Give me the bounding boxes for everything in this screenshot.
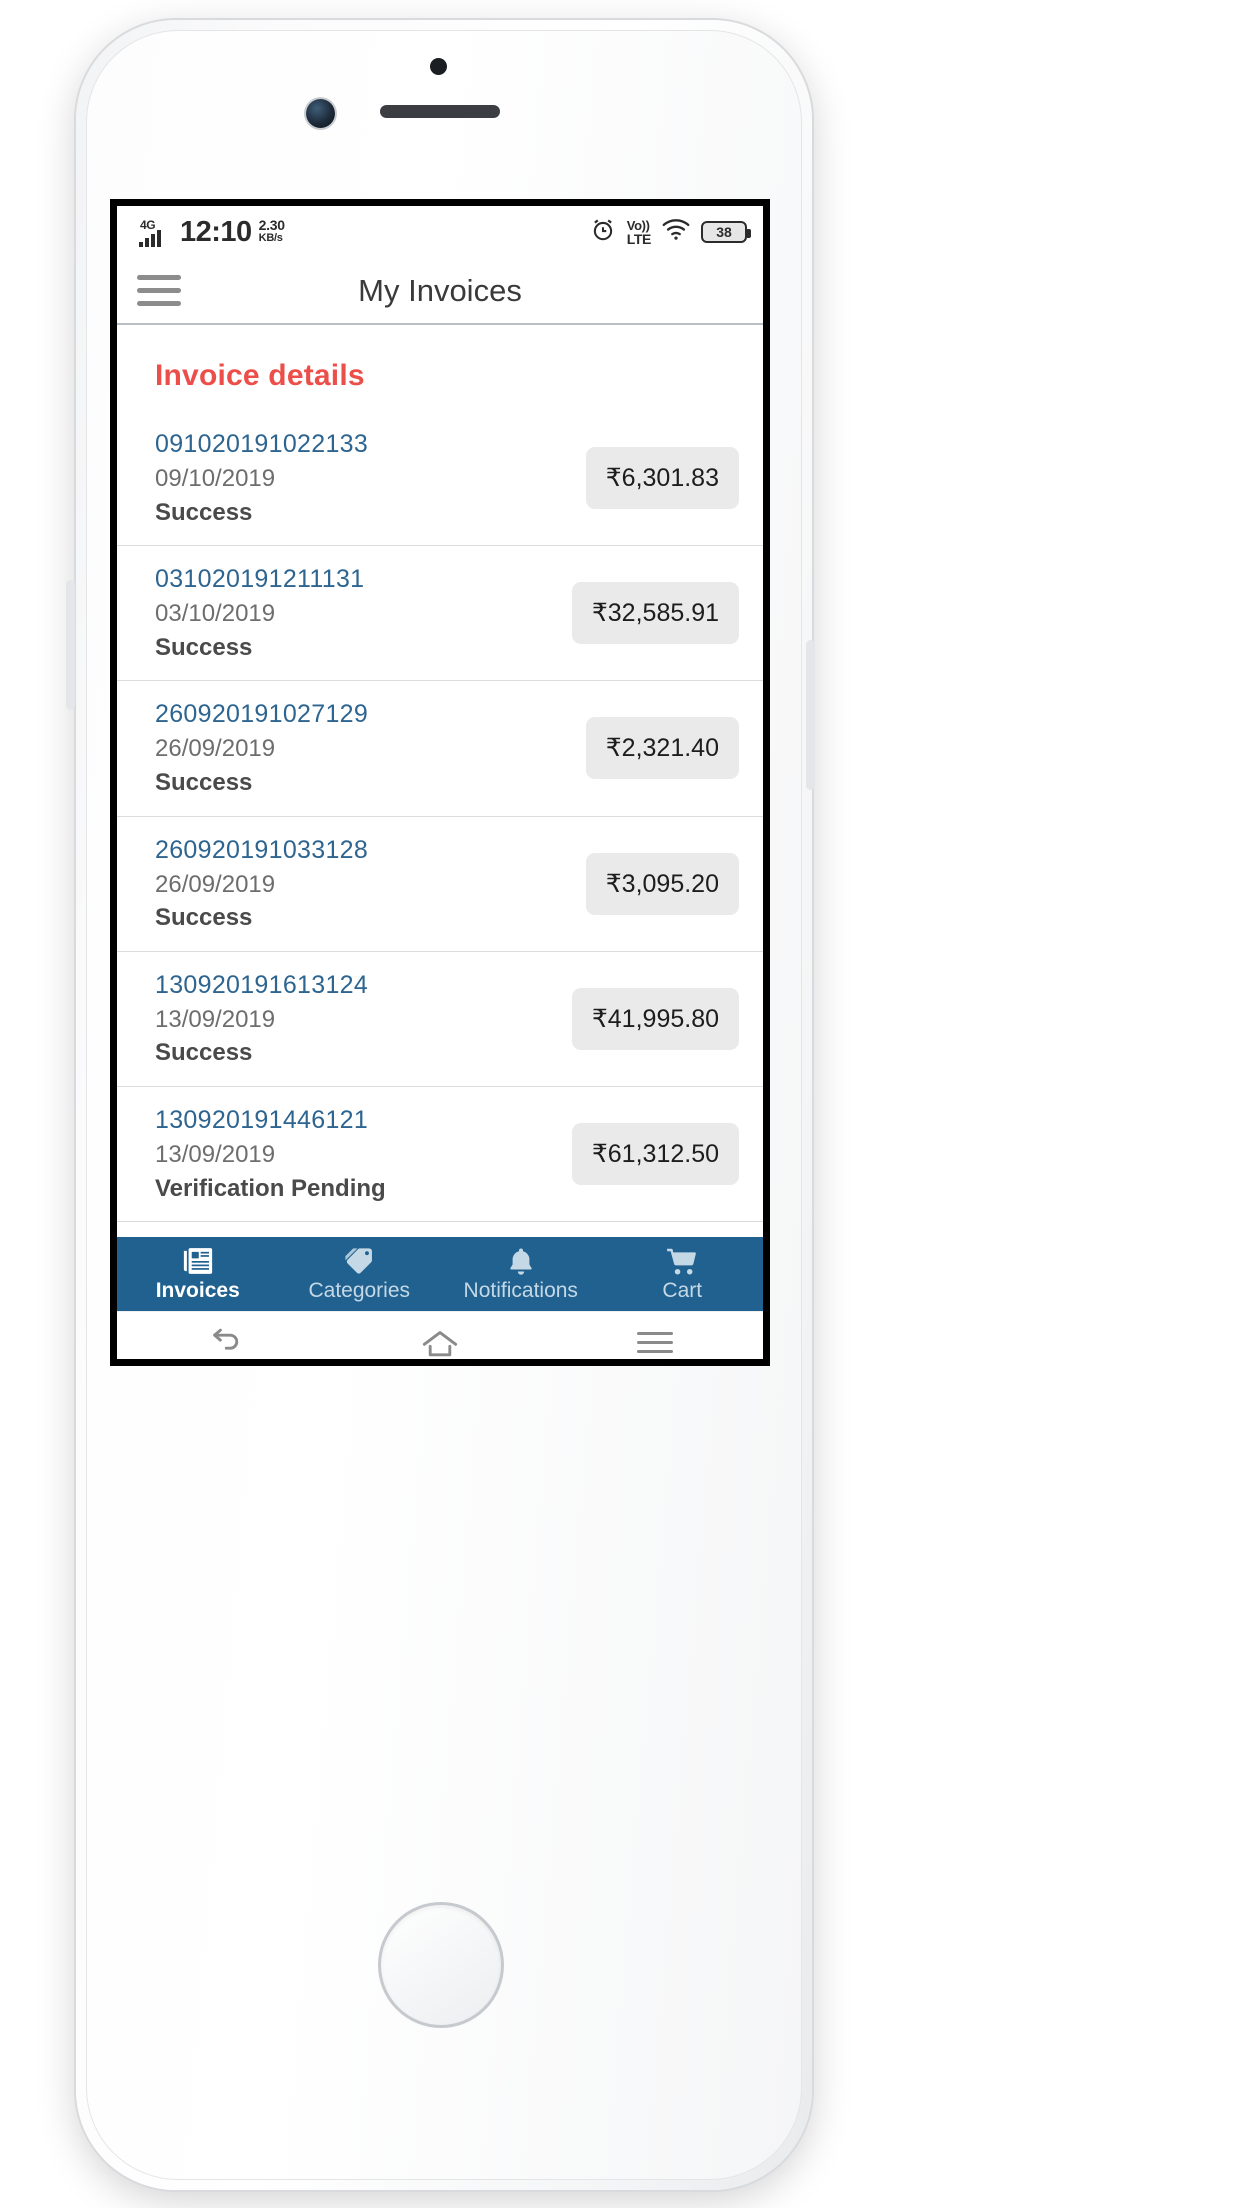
status-bar-left: 4G 12:10 2.30 KB/s <box>139 215 285 248</box>
invoice-status: Success <box>155 633 253 661</box>
invoice-date: 13/09/2019 <box>155 1005 276 1033</box>
home-icon[interactable] <box>405 1326 475 1360</box>
invoice-amount-badge: ₹61,312.50 <box>571 1123 739 1186</box>
invoice-id[interactable]: 091020191022133 <box>155 427 576 462</box>
tab-cart[interactable]: Cart <box>602 1237 764 1311</box>
invoice-info: 260920191033128 26/09/2019 Success <box>155 833 576 935</box>
proximity-sensor <box>430 58 447 75</box>
invoice-row[interactable]: 031020191211131 03/10/2019 Success ₹32,585.… <box>117 546 763 682</box>
status-bar: 4G 12:10 2.30 KB/s Vo)) LTE 38 <box>117 206 763 258</box>
back-arrow-icon[interactable] <box>190 1326 260 1360</box>
signal-strength-icon: 4G <box>139 218 173 247</box>
invoice-status: Verification Pending <box>155 1174 386 1202</box>
invoice-info: 130920191613124 13/09/2019 Success <box>155 968 562 1070</box>
volte-icon: Vo)) LTE <box>626 217 652 247</box>
tab-label: Invoices <box>155 1278 240 1302</box>
battery-icon: 38 <box>701 221 751 243</box>
invoice-date: 13/09/2019 <box>155 1140 276 1168</box>
app-bar: My Invoices <box>117 258 763 325</box>
invoice-info: 031020191211131 03/10/2019 Success <box>155 562 562 664</box>
hamburger-menu-icon[interactable] <box>137 275 181 306</box>
bell-icon <box>505 1246 537 1276</box>
recents-icon[interactable] <box>620 1332 690 1353</box>
invoice-amount-badge: ₹41,995.80 <box>571 987 739 1050</box>
bottom-tab-bar: Invoices Categories Notifications Cart <box>117 1237 763 1311</box>
tab-label: Notifications <box>463 1278 578 1302</box>
tab-invoices[interactable]: Invoices <box>117 1237 279 1311</box>
invoice-list-scroll-area[interactable]: Invoice details 091020191022133 09/10/201… <box>117 325 763 1237</box>
invoice-amount-badge: ₹32,585.91 <box>571 582 739 645</box>
alarm-clock-icon <box>590 217 616 248</box>
invoice-id[interactable]: 130920191613124 <box>155 968 562 1003</box>
invoice-info: 130920191446121 13/09/2019 Verification Pe… <box>155 1103 562 1205</box>
invoice-id[interactable]: 260920191027129 <box>155 697 576 732</box>
invoice-row[interactable]: 260920191027129 26/09/2019 Success ₹2,321.4… <box>117 681 763 817</box>
phone-screen: 4G 12:10 2.30 KB/s Vo)) LTE 38 My Invoic… <box>110 199 770 1366</box>
invoice-amount-badge: ₹6,301.83 <box>585 447 739 510</box>
page-title: My Invoices <box>358 272 522 308</box>
tab-categories[interactable]: Categories <box>279 1237 441 1311</box>
volume-button[interactable] <box>66 580 75 710</box>
power-button[interactable] <box>806 640 815 790</box>
volte-bottom-label: LTE <box>626 230 652 247</box>
invoice-row[interactable]: 130920191613124 13/09/2019 Success ₹41,995.… <box>117 952 763 1087</box>
invoice-status: Success <box>155 498 253 526</box>
status-bar-right: Vo)) LTE 38 <box>590 217 751 248</box>
invoice-row[interactable]: 29082019185710529/08/2019₹47,437.56 <box>117 1222 763 1237</box>
tab-notifications[interactable]: Notifications <box>440 1237 602 1311</box>
invoice-id[interactable]: 260920191033128 <box>155 833 576 868</box>
invoice-date: 26/09/2019 <box>155 870 276 898</box>
network-speed: 2.30 KB/s <box>259 218 285 244</box>
invoice-date: 26/09/2019 <box>155 735 276 763</box>
network-speed-unit: KB/s <box>258 231 283 244</box>
network-speed-value: 2.30 <box>258 217 285 234</box>
volte-top-label: Vo)) <box>626 217 650 233</box>
invoice-row[interactable]: 260920191033128 26/09/2019 Success ₹3,095.2… <box>117 817 763 952</box>
invoice-amount-badge: ₹2,321.40 <box>585 717 739 780</box>
signal-bars-icon <box>139 229 161 247</box>
section-title: Invoice details <box>155 359 365 392</box>
android-navigation-bar <box>117 1311 763 1360</box>
invoice-status: Success <box>155 1039 253 1067</box>
invoice-id[interactable]: 031020191211131 <box>155 562 562 597</box>
invoice-date: 09/10/2019 <box>155 465 276 492</box>
invoice-list: 091020191022133 09/10/2019 Success ₹6,301.8… <box>117 411 763 1237</box>
newspaper-icon <box>181 1246 215 1276</box>
invoice-info: 091020191022133 09/10/2019 Success <box>155 427 576 529</box>
tab-label: Cart <box>662 1278 703 1302</box>
invoice-amount-badge: ₹3,095.20 <box>585 852 739 915</box>
home-button[interactable] <box>378 1902 504 2028</box>
invoice-id[interactable]: 130920191446121 <box>155 1103 562 1138</box>
invoice-status: Success <box>155 768 253 796</box>
status-bar-clock: 12:10 <box>180 215 252 248</box>
wifi-icon <box>662 218 690 246</box>
battery-level-label: 38 <box>716 224 732 240</box>
earpiece-speaker <box>380 105 500 118</box>
tab-label: Categories <box>308 1278 411 1302</box>
invoice-row[interactable]: 130920191446121 13/09/2019 Verification Pe… <box>117 1087 763 1223</box>
front-camera <box>306 99 335 128</box>
invoice-status: Success <box>155 904 253 932</box>
invoice-row[interactable]: 091020191022133 09/10/2019 Success ₹6,301.8… <box>117 411 763 547</box>
tag-icon <box>342 1246 376 1276</box>
shopping-cart-icon <box>665 1246 699 1276</box>
invoice-date: 03/10/2019 <box>155 600 276 628</box>
invoice-info: 260920191027129 26/09/2019 Success <box>155 697 576 799</box>
